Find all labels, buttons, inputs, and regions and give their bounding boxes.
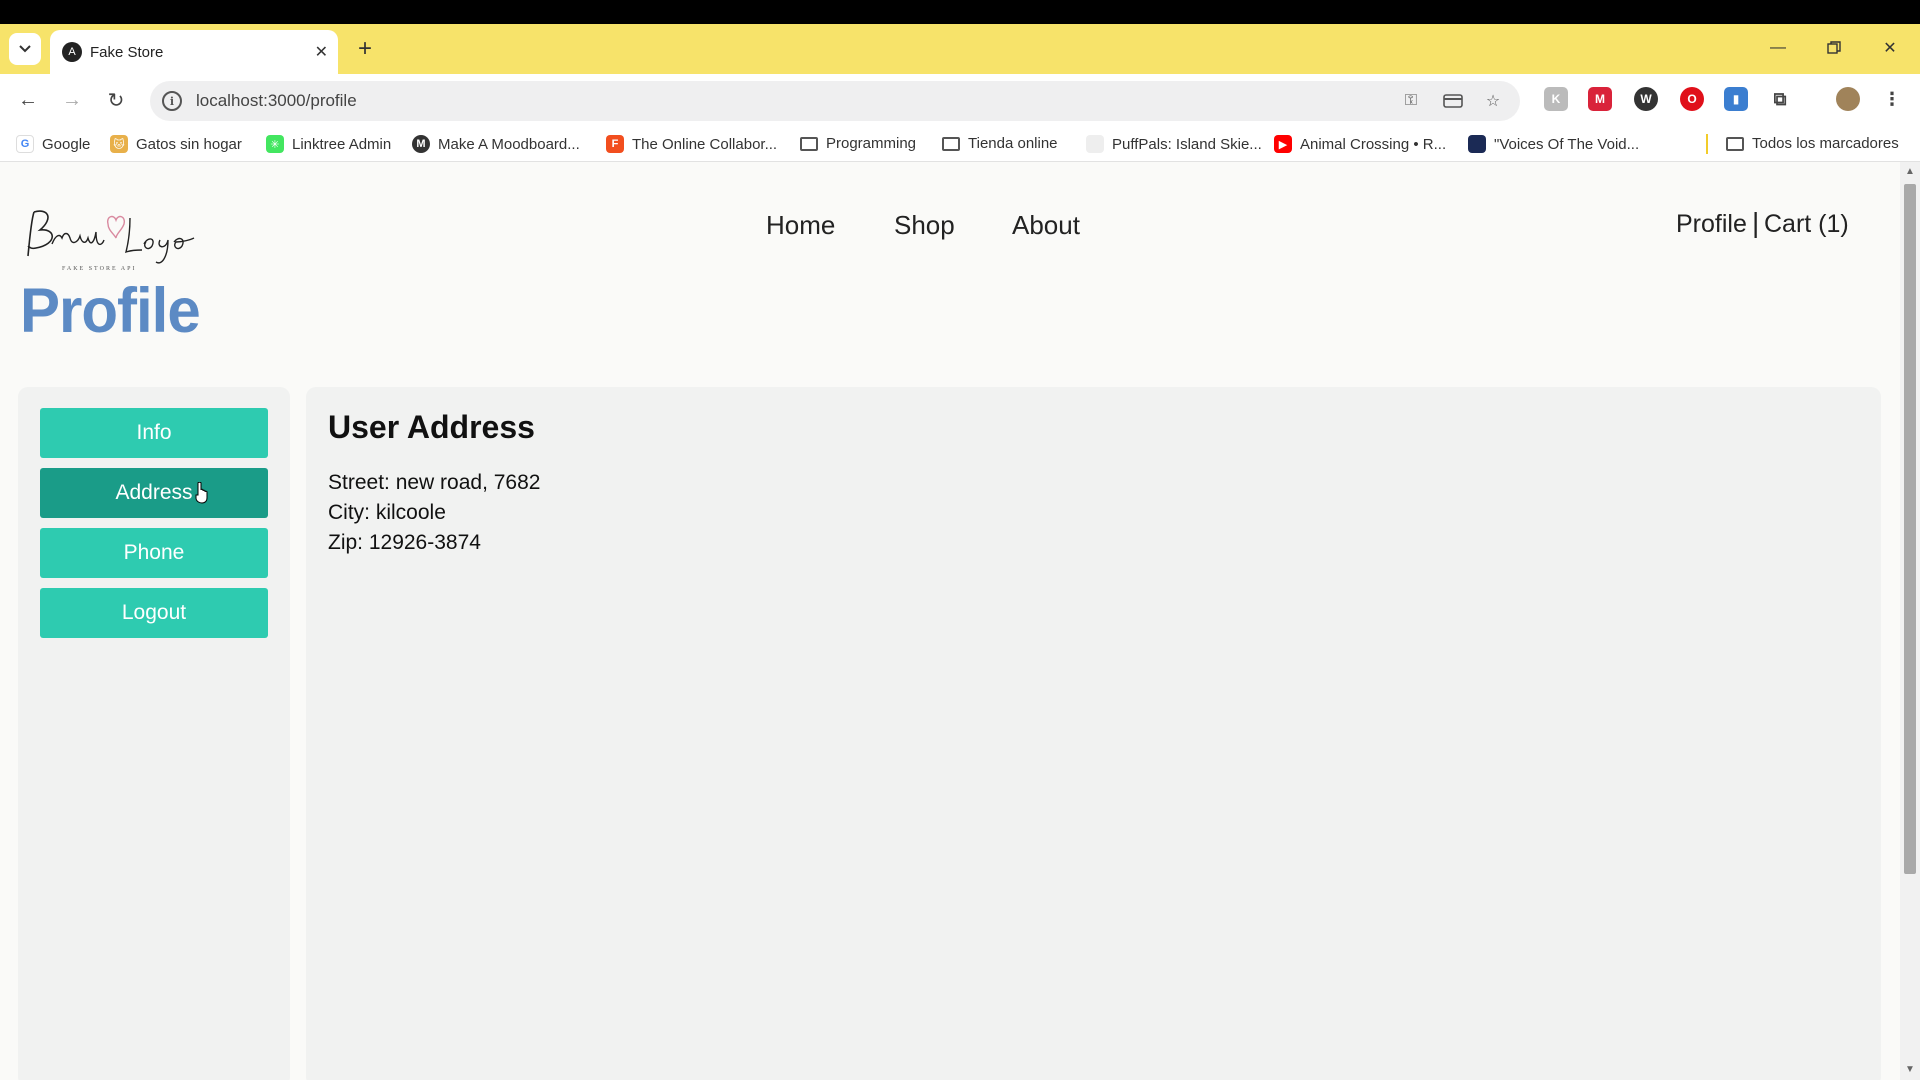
nav-separator: | — [1752, 207, 1760, 238]
bookmark-linktree[interactable]: ✳ Linktree Admin — [266, 135, 391, 153]
scroll-up-icon[interactable]: ▲ — [1905, 166, 1915, 177]
address-city: City: kilcoole — [328, 501, 446, 524]
address-url[interactable]: localhost:3000/profile — [196, 91, 357, 111]
folder-icon — [1726, 136, 1744, 151]
bookmark-tienda[interactable]: Tienda online — [942, 135, 1058, 152]
brand-logo[interactable]: FAKE STORE API — [22, 204, 197, 274]
nav-profile[interactable]: Profile — [1676, 210, 1747, 239]
bookmark-label: Google — [42, 135, 91, 153]
profile-sidebar: Info Address Phone Logout — [18, 387, 290, 1080]
linktree-icon: ✳ — [266, 135, 284, 153]
page-title: Profile — [20, 275, 201, 346]
back-icon[interactable]: ← — [12, 84, 44, 116]
folder-icon — [942, 136, 960, 151]
bookmarks-bar: G Google 🐱 Gatos sin hogar ✳ Linktree Ad… — [0, 126, 1920, 162]
extension-3-icon[interactable]: W — [1634, 87, 1658, 111]
card-icon[interactable] — [1442, 91, 1464, 111]
section-heading: User Address — [328, 409, 535, 445]
password-key-icon[interactable]: ⚿ — [1400, 91, 1422, 111]
address-street: Street: new road, 7682 — [328, 471, 541, 494]
bookmark-label: Make A Moodboard... — [438, 135, 580, 153]
profile-content: User Address Street: new road, 7682 City… — [306, 387, 1881, 1080]
all-bookmarks-label: Todos los marcadores — [1752, 135, 1899, 152]
folder-icon — [800, 136, 818, 151]
forward-icon[interactable]: → — [56, 84, 88, 116]
bookmarks-separator — [1706, 134, 1708, 154]
tab-strip: A Fake Store ✕ + — ✕ — [0, 24, 1920, 74]
new-tab-button[interactable]: + — [350, 34, 380, 64]
bookmark-label: Animal Crossing • R... — [1300, 135, 1447, 153]
scroll-down-icon[interactable]: ▼ — [1905, 1064, 1915, 1075]
extension-1-icon[interactable]: K — [1544, 87, 1568, 111]
close-icon[interactable]: ✕ — [315, 42, 328, 62]
browser-toolbar: ← → ↻ i localhost:3000/profile ⚿ ☆ K M W… — [0, 74, 1920, 126]
page-scrollbar[interactable]: ▲ ▼ — [1900, 162, 1920, 1080]
tab-favicon-icon: A — [62, 42, 82, 62]
site-info-icon[interactable]: i — [162, 91, 182, 111]
scrollbar-thumb[interactable] — [1904, 184, 1916, 874]
nav-about[interactable]: About — [1012, 210, 1080, 241]
phone-button[interactable]: Phone — [40, 528, 268, 578]
extension-5-icon[interactable]: ▮ — [1724, 87, 1748, 111]
google-icon: G — [16, 135, 34, 153]
bookmark-programming[interactable]: Programming — [800, 135, 916, 152]
address-bar[interactable]: i localhost:3000/profile ⚿ ☆ — [150, 81, 1520, 121]
bookmark-label: The Online Collabor... — [632, 135, 778, 153]
youtube-icon: ▶ — [1274, 135, 1292, 153]
bookmark-voices[interactable]: "Voices Of The Void... — [1468, 135, 1639, 153]
moodboard-icon: M — [412, 135, 430, 153]
tab-search-button[interactable] — [9, 33, 41, 65]
bookmark-label: Linktree Admin — [292, 135, 392, 153]
nav-shop[interactable]: Shop — [894, 210, 955, 241]
bookmark-label: Programming — [826, 135, 917, 152]
all-bookmarks[interactable]: Todos los marcadores — [1726, 135, 1899, 152]
tab-fake-store[interactable]: A Fake Store ✕ — [50, 30, 338, 74]
opera-extension-icon[interactable]: O — [1680, 87, 1704, 111]
puzzle-icon[interactable]: ⧉ — [1768, 87, 1792, 111]
address-zip: Zip: 12926-3874 — [328, 531, 481, 554]
avatar[interactable] — [1836, 87, 1860, 111]
nav-home[interactable]: Home — [766, 210, 835, 241]
figma-icon: F — [606, 135, 624, 153]
bookmark-label: Tienda online — [968, 135, 1058, 152]
logout-button[interactable]: Logout — [40, 588, 268, 638]
menu-dots-icon[interactable]: ⋮ — [1880, 87, 1904, 111]
bookmark-label: Gatos sin hogar — [136, 135, 242, 153]
logo-subtext: FAKE STORE API — [62, 266, 136, 272]
bookmark-animal-crossing[interactable]: ▶ Animal Crossing • R... — [1274, 135, 1446, 153]
bookmark-label: PuffPals: Island Skie... — [1112, 135, 1262, 153]
bookmark-puffpals[interactable]: PuffPals: Island Skie... — [1086, 135, 1262, 153]
voices-icon — [1468, 135, 1486, 153]
reload-icon[interactable]: ↻ — [100, 84, 132, 116]
bookmark-figma[interactable]: F The Online Collabor... — [606, 135, 777, 153]
bookmark-gatos[interactable]: 🐱 Gatos sin hogar — [110, 135, 242, 153]
info-button[interactable]: Info — [40, 408, 268, 458]
gatos-icon: 🐱 — [110, 135, 128, 153]
window-close-icon[interactable]: ✕ — [1870, 32, 1910, 64]
nav-cart[interactable]: Cart (1) — [1764, 210, 1849, 239]
page: FAKE STORE API Home Shop About Profile |… — [0, 162, 1900, 1080]
puffpals-icon — [1086, 135, 1104, 153]
minimize-icon[interactable]: — — [1758, 32, 1798, 64]
brand-logo-image: FAKE STORE API — [27, 210, 195, 272]
bookmark-star-icon[interactable]: ☆ — [1482, 91, 1504, 111]
bookmark-label: "Voices Of The Void... — [1494, 135, 1640, 153]
bookmark-google[interactable]: G Google — [16, 135, 90, 153]
browser-window: A Fake Store ✕ + — ✕ ← → ↻ i localhost:3… — [0, 24, 1920, 1080]
address-button[interactable]: Address — [40, 468, 268, 518]
mouse-cursor-icon — [195, 482, 208, 504]
bookmark-moodboard[interactable]: M Make A Moodboard... — [412, 135, 580, 153]
extension-2-icon[interactable]: M — [1588, 87, 1612, 111]
restore-icon[interactable] — [1814, 32, 1854, 64]
chevron-down-icon — [19, 45, 31, 53]
tab-title: Fake Store — [90, 44, 164, 61]
